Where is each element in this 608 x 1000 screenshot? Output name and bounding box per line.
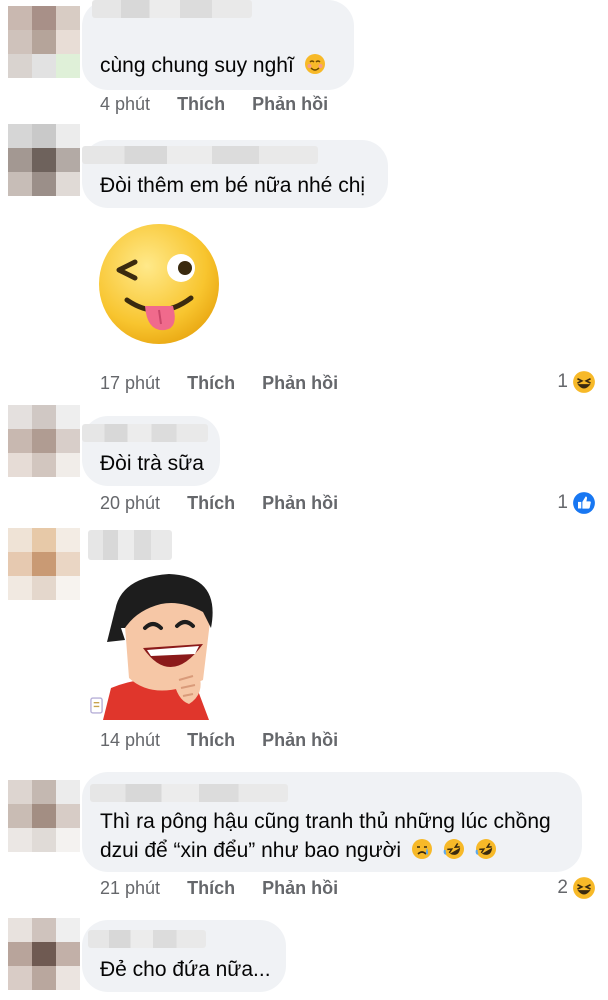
reply-button[interactable]: Phản hồi [262,373,338,393]
comment-bubble: cùng chung suy nghĩ [82,0,354,90]
commenter-name[interactable] [82,146,318,164]
reply-button[interactable]: Phản hồi [262,730,338,750]
avatar[interactable] [8,780,80,852]
comment-time[interactable]: 4 phút [100,94,150,114]
comment-text-line-1: Thì ra pông hậu cũng tranh thủ những lúc… [100,810,551,833]
comment-time[interactable]: 14 phút [100,730,160,750]
comment-time[interactable]: 17 phút [100,373,160,393]
comment-meta: 17 phút Thích Phản hồi [100,373,338,394]
winking-tongue-face-sticker[interactable] [97,222,221,346]
commenter-name[interactable] [90,784,288,802]
rofl-emoji-icon [443,839,464,859]
comment-text: cùng chung suy nghĩ [100,50,326,82]
reaction-summary[interactable]: 1 [557,491,596,515]
comment-bubble: Đòi trà sữa [82,416,220,486]
rofl-emoji-icon [475,839,496,859]
reaction-count: 1 [557,492,568,513]
comment-meta: 14 phút Thích Phản hồi [100,730,338,751]
like-button[interactable]: Thích [187,373,235,393]
comment-meta: 4 phút Thích Phản hồi [100,94,328,115]
reaction-summary[interactable]: 1 [557,370,596,394]
comment-time[interactable]: 21 phút [100,878,160,898]
avatar[interactable] [8,528,80,600]
comment-bubble: Thì ra pông hậu cũng tranh thủ những lúc… [82,772,582,872]
commenter-name[interactable] [88,530,172,560]
comment-text: Đòi trà sữa [100,452,204,475]
commenter-name[interactable] [92,0,252,18]
shy-face-emoji-icon [304,54,325,74]
like-button[interactable]: Thích [187,493,235,513]
sticker-badge-icon [90,697,103,714]
like-button[interactable]: Thích [187,730,235,750]
reply-button[interactable]: Phản hồi [262,878,338,898]
comment-text: Đòi thêm em bé nữa nhé chị [100,174,366,197]
reaction-summary[interactable]: 2 [557,876,596,900]
comment-text: Đẻ cho đứa nữa... [100,958,271,981]
commenter-name[interactable] [82,424,208,442]
commenter-name[interactable] [88,930,206,948]
reply-button[interactable]: Phản hồi [252,94,328,114]
comment-meta: 21 phút Thích Phản hồi [100,878,338,899]
like-button[interactable]: Thích [177,94,225,114]
laughing-emoji-icon [573,371,595,393]
reply-button[interactable]: Phản hồi [262,493,338,513]
laughing-emoji-icon [573,877,595,899]
avatar[interactable] [8,6,80,78]
avatar[interactable] [8,124,80,196]
avatar[interactable] [8,405,80,477]
comment-bubble: Đòi thêm em bé nữa nhé chị [82,140,388,208]
reaction-count: 1 [557,371,568,392]
comment-bubble: Đẻ cho đứa nữa... [82,920,286,992]
comment-time[interactable]: 20 phút [100,493,160,513]
comment-meta: 20 phút Thích Phản hồi [100,493,338,514]
reaction-count: 2 [557,877,568,898]
laughing-man-sticker[interactable] [85,570,225,720]
comment-text-line-2: dzui để “xin đểu” như bao người [100,835,497,867]
crying-face-emoji-icon [411,839,432,859]
like-button[interactable]: Thích [187,878,235,898]
avatar[interactable] [8,918,80,990]
like-icon [573,492,595,514]
